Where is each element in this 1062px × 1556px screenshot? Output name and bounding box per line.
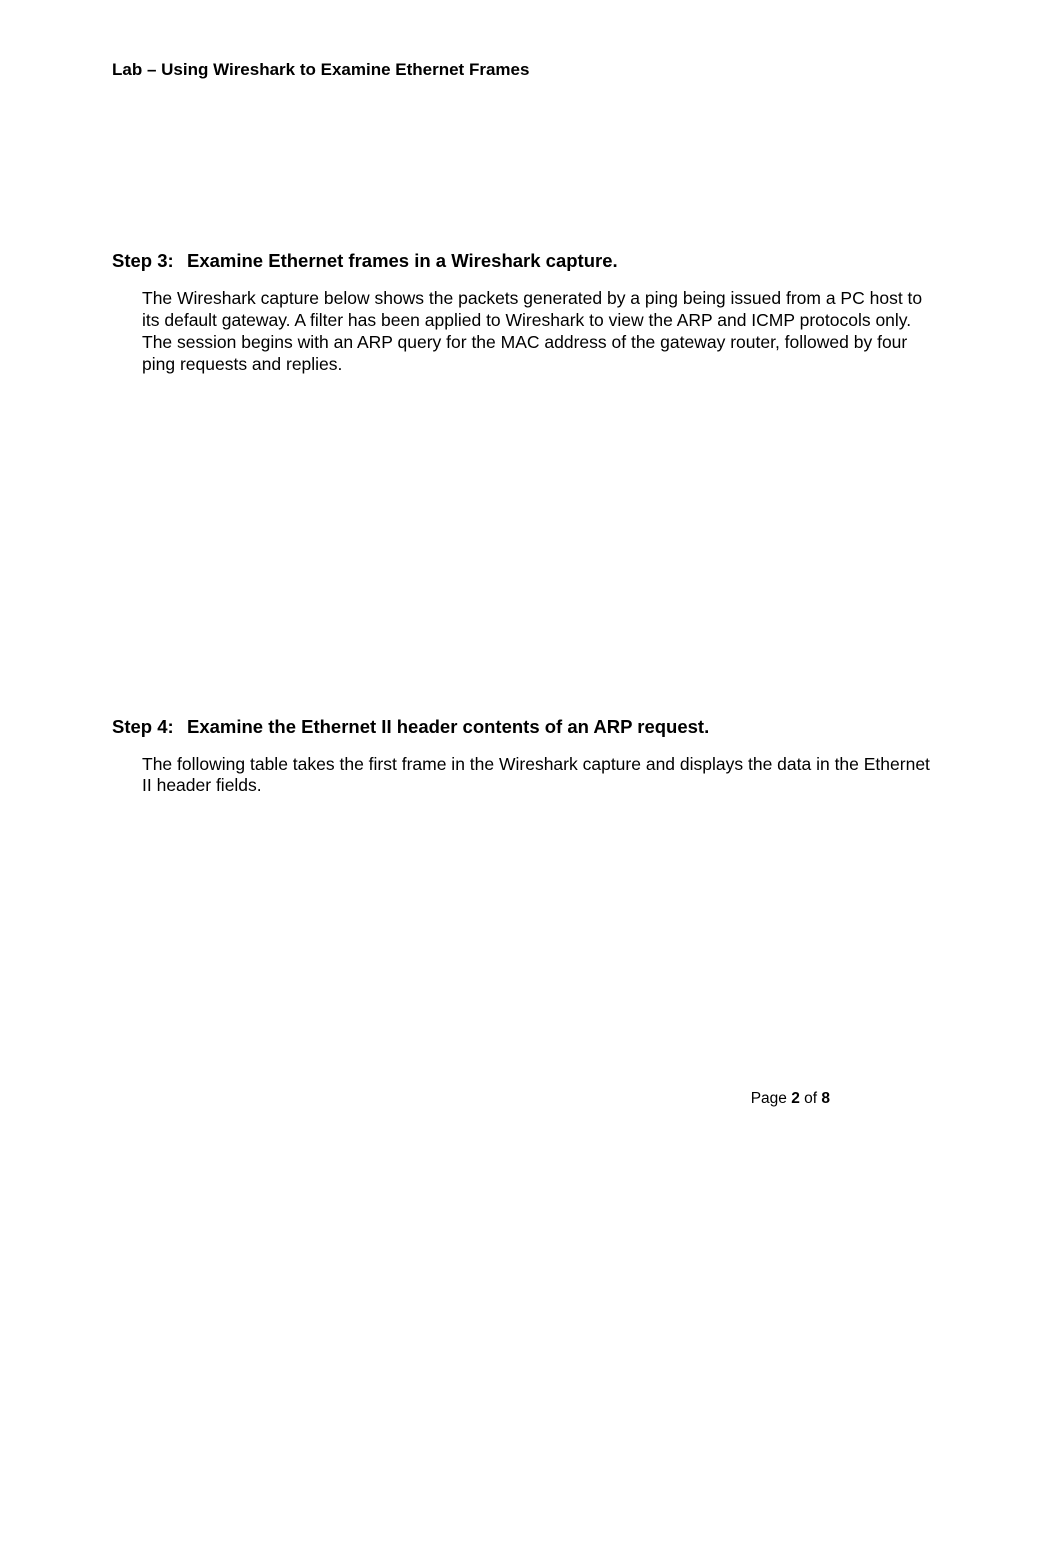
- footer-prefix: Page: [751, 1090, 792, 1107]
- step3-heading: Step 3: Examine Ethernet frames in a Wir…: [112, 250, 942, 272]
- figure-placeholder: [112, 376, 942, 716]
- step3-body: The Wireshark capture below shows the pa…: [142, 288, 942, 376]
- step3-label: Step 3:: [112, 250, 187, 272]
- step4-label: Step 4:: [112, 716, 187, 738]
- page-running-header: Lab – Using Wireshark to Examine Etherne…: [112, 60, 942, 80]
- page-footer: Page 2 of 8: [751, 1090, 830, 1108]
- footer-page-total: 8: [821, 1090, 830, 1107]
- footer-page-current: 2: [791, 1090, 800, 1107]
- step4-title: Examine the Ethernet II header contents …: [187, 716, 709, 738]
- step4-heading: Step 4: Examine the Ethernet II header c…: [112, 716, 942, 738]
- step4-body: The following table takes the first fram…: [142, 754, 942, 798]
- document-page: Lab – Using Wireshark to Examine Etherne…: [0, 0, 1062, 1556]
- step3-title: Examine Ethernet frames in a Wireshark c…: [187, 250, 618, 272]
- footer-of: of: [800, 1090, 822, 1107]
